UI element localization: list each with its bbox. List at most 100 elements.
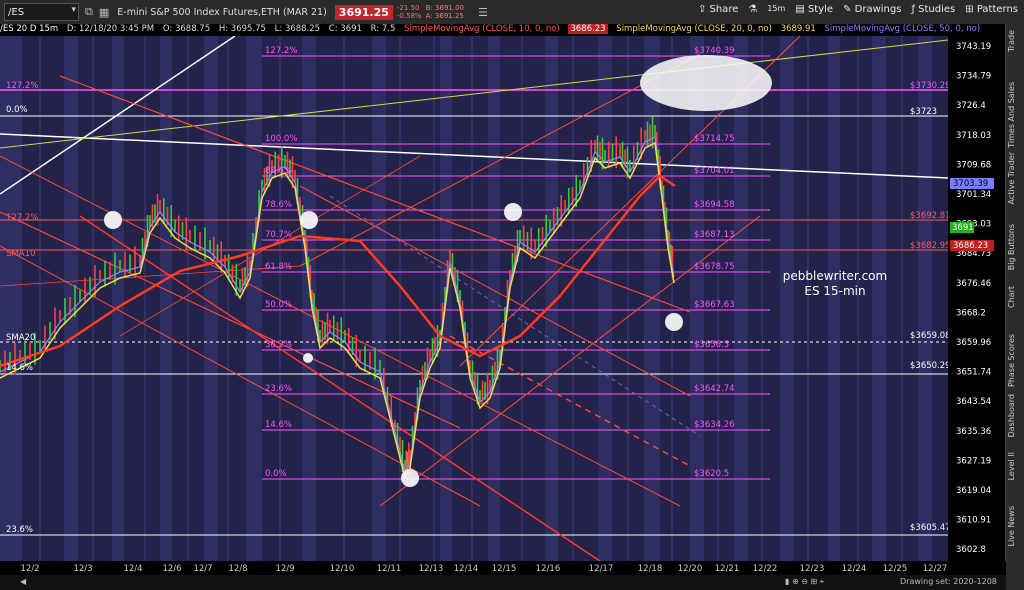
zoom-icons[interactable]: ▮ ⊕ ⊖ ⊞ ⌖ [785, 577, 824, 587]
flask-icon[interactable]: ⚗ [748, 4, 757, 15]
price-axis-canvas: 3743.19 3734.79 3726.4 3718.03 3709.68 3701.3… [950, 42, 994, 555]
side-tab-trade[interactable]: Trade [1007, 30, 1023, 52]
menu-icon[interactable]: ☰ [478, 6, 488, 19]
marker-circle [300, 211, 318, 229]
watermark-subtitle: ES 15-min [804, 284, 865, 298]
price-tick: 3701.34 [956, 190, 991, 200]
fib-value-label: $3678.75 [694, 262, 735, 272]
date-tick: 12/15 [492, 564, 517, 574]
left-level-label: 14.6% [6, 363, 33, 373]
date-tick: 12/6 [162, 564, 181, 574]
side-tab-active-trader[interactable]: Active Trader [1007, 152, 1023, 204]
date-tick: 12/4 [123, 564, 142, 574]
share-label: Share [709, 4, 739, 15]
grid-icon[interactable]: ▦ [99, 6, 109, 19]
style-button[interactable]: ▤ Style [795, 4, 833, 15]
symbol-text: /ES [8, 6, 25, 18]
fib-label-left: 23.6% [265, 384, 292, 394]
fib-label-left: 70.7% [265, 230, 292, 240]
header-sma10: SimpleMovingAvg (CLOSE, 10, 0, no) [404, 24, 560, 34]
price-tick: 3619.04 [956, 486, 991, 496]
price-tick: 3734.79 [956, 72, 991, 82]
fib-label-left: 78.6% [265, 200, 292, 210]
price-tick: 3610.91 [956, 516, 991, 526]
fib-value-label: $3694.58 [694, 200, 735, 210]
status-bar: ◀ ▮ ⊕ ⊖ ⊞ ⌖ Drawing set: 2020-1208 [0, 575, 1006, 590]
header-sma20-val: 3689.91 [780, 24, 816, 34]
date-tick: 12/8 [228, 564, 247, 574]
interval-selector[interactable]: 15m [767, 4, 785, 15]
fib-value-label: $3687.13 [694, 230, 735, 240]
scroll-left-icon[interactable]: ◀ [20, 577, 26, 586]
price-tick: 3709.68 [956, 160, 991, 170]
time-axis-canvas: 12/2 12/3 12/4 12/6 12/7 12/8 12/9 12/10 12/11 12… [20, 564, 948, 574]
date-tick: 12/27 [923, 564, 948, 574]
date-tick: 12/9 [275, 564, 294, 574]
left-level-label: 127.2% [6, 213, 38, 223]
date-tick: 12/11 [377, 564, 402, 574]
time-axis[interactable]: 12/2 12/3 12/4 12/6 12/7 12/8 12/9 12/10 12/11 12… [0, 561, 1006, 575]
session-band [372, 36, 386, 561]
link-icon[interactable]: ⧉ [85, 5, 93, 19]
drawings-label: Drawings [854, 4, 902, 15]
side-tab-level-ii[interactable]: Level II [1007, 452, 1023, 480]
date-tick: 12/23 [800, 564, 825, 574]
price-axis[interactable]: 3743.19 3734.79 3726.4 3718.03 3709.68 3701.3… [948, 36, 1006, 561]
date-tick: 12/17 [589, 564, 614, 574]
fib-label-left: 38.2% [265, 340, 292, 350]
ask: A: 3691.25 [425, 12, 464, 20]
session-band [780, 36, 794, 561]
header-sma10-val: 3686.23 [568, 24, 608, 34]
side-tab-live-news[interactable]: Live News [1007, 506, 1023, 547]
level-value-label: $3692.81 [910, 211, 951, 221]
side-tab-times-and-sales[interactable]: Times And Sales [1007, 82, 1023, 148]
header-high: H: 3695.75 [218, 24, 266, 34]
change-pct: -0.58% [396, 12, 422, 20]
price-tick: 3651.74 [956, 368, 991, 378]
price-tick: 3627.19 [956, 456, 991, 466]
level-value-label: $3650.29 [910, 361, 951, 371]
side-tab-chart[interactable]: Chart [1007, 286, 1023, 308]
studies-button[interactable]: ƒ Studies [911, 4, 955, 15]
date-tick: 12/10 [330, 564, 355, 574]
session-band [872, 36, 886, 561]
header-sma20: SimpleMovingAvg (CLOSE, 20, 0, no) [616, 24, 772, 34]
share-button[interactable]: ⇪ Share [698, 4, 738, 15]
change-abs: -21.50 [396, 4, 420, 12]
fib-value-label: $3714.75 [694, 134, 735, 144]
fib-label-left: 100.0% [265, 134, 297, 144]
patterns-label: Patterns [976, 4, 1018, 15]
style-label: Style [807, 4, 834, 15]
date-tick: 12/24 [842, 564, 867, 574]
date-tick: 12/21 [715, 564, 740, 574]
fib-value-label: $3634.26 [694, 420, 735, 430]
header-sma50: SimpleMovingAvg (CLOSE, 50, 0, no) [824, 24, 981, 34]
price-tick: 3602.8 [956, 545, 986, 555]
marker-circle [401, 469, 419, 487]
left-level-label: 23.6% [6, 525, 33, 535]
date-tick: 12/18 [638, 564, 663, 574]
toolbar-right: ⇪ Share ⚗ 15m ▤ Style ✎ Drawings ƒ Studi… [688, 4, 1018, 15]
session-band [246, 36, 262, 561]
session-band [488, 36, 500, 561]
patterns-button[interactable]: ⊞ Patterns [965, 4, 1018, 15]
side-tab-phase-scores[interactable]: Phase Scores [1007, 334, 1023, 387]
symbol-selector[interactable]: /ES ▾ [4, 3, 79, 21]
fib-label-left: 127.2% [265, 46, 297, 56]
chart-canvas[interactable]: pebblewriter.comES 15-min 127.2% $3740.39 1… [0, 36, 1006, 561]
level-value-label: $3682.95 [910, 241, 951, 251]
header-range: R: 7.5 [370, 24, 396, 34]
price-chart[interactable]: pebblewriter.com ES 15-min 127.2% $3740.39 1… [0, 36, 1006, 561]
price-tick: 3726.4 [956, 101, 986, 111]
drawings-button[interactable]: ✎ Drawings [843, 4, 901, 15]
studies-label: Studies [918, 4, 956, 15]
marker-circle [104, 211, 122, 229]
side-tab-big-buttons[interactable]: Big Buttons [1007, 224, 1023, 270]
last-price: 3691.25 [334, 4, 393, 20]
price-tick: 3743.19 [956, 42, 991, 52]
price-tick: 3659.96 [956, 338, 991, 348]
level-value-label: $3659.08 [910, 331, 951, 341]
side-tab-dashboard[interactable]: Dashboard [1007, 394, 1023, 437]
date-tick: 12/3 [73, 564, 92, 574]
session-band [204, 36, 218, 561]
